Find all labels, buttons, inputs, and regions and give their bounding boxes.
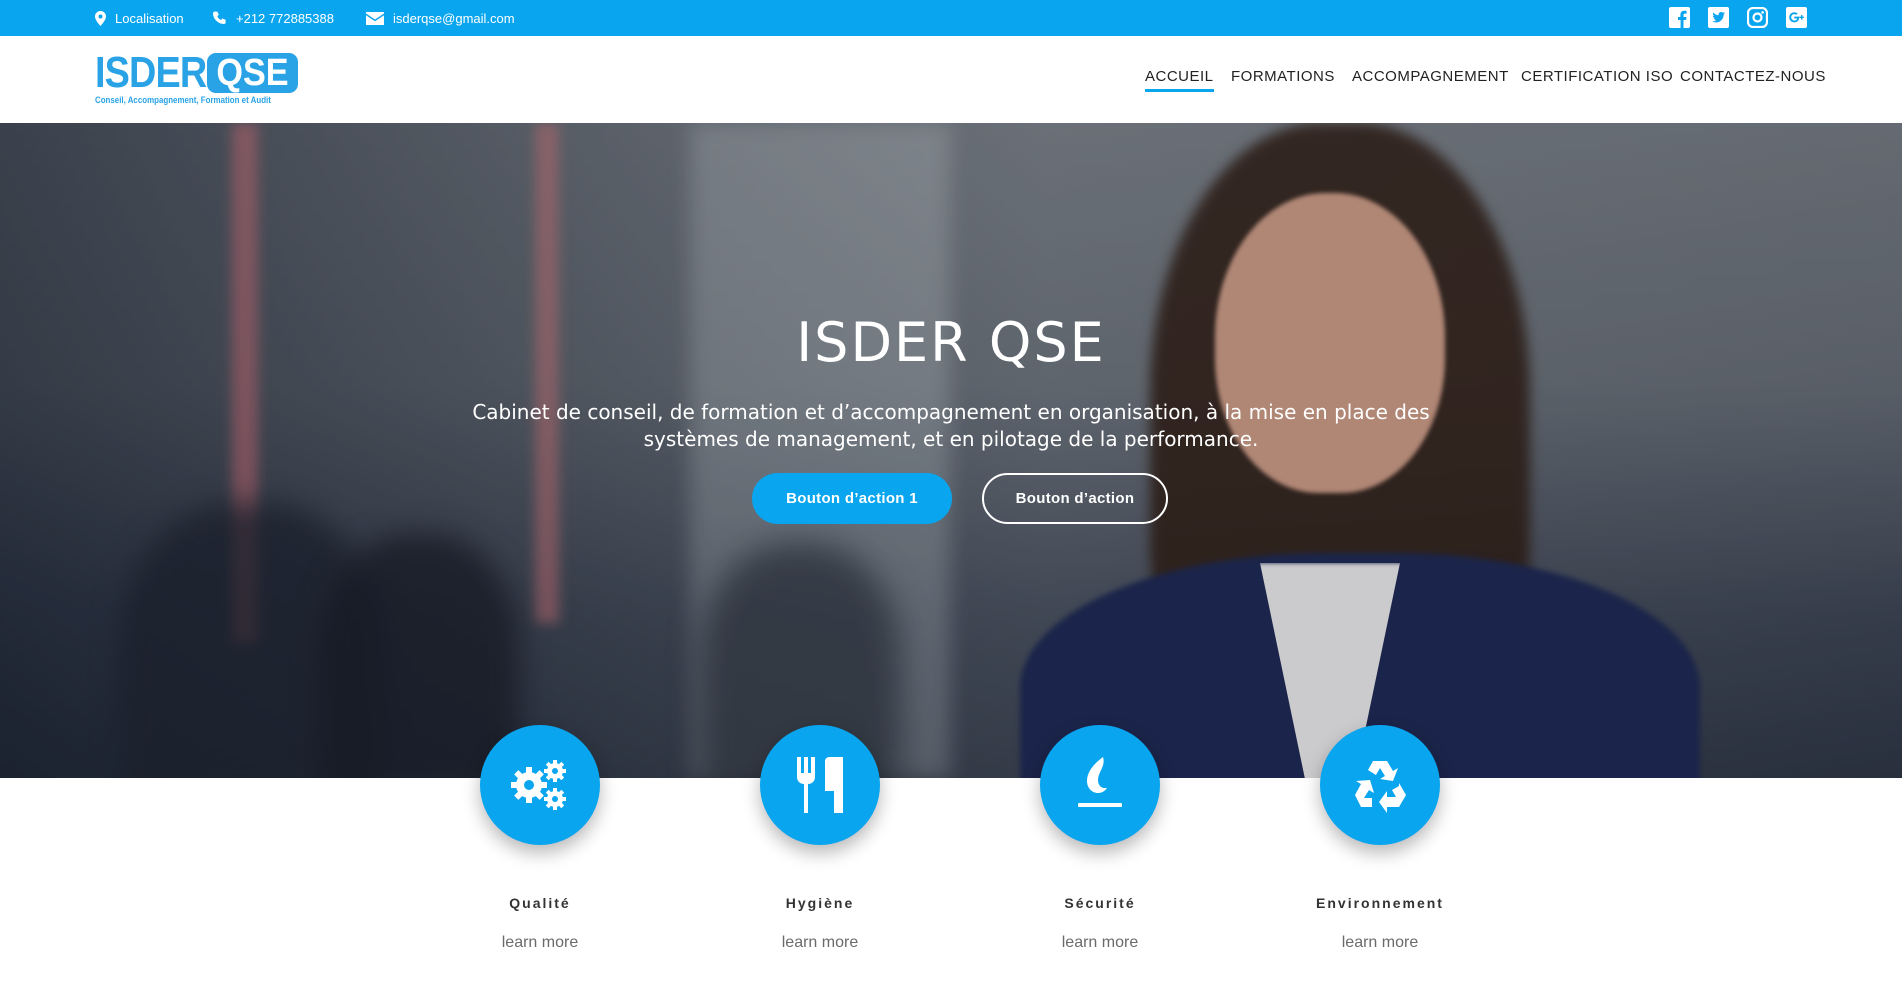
feature-title: Qualité: [509, 895, 571, 911]
learn-more-link[interactable]: learn more: [990, 934, 1210, 952]
hero-subtitle: Cabinet de conseil, de formation et d’ac…: [472, 400, 1430, 451]
secondary-action-button[interactable]: Bouton d’action: [982, 473, 1168, 524]
site-logo[interactable]: ISDER QSE Conseil, Accompagnement, Forma…: [95, 48, 298, 108]
site-header: ISDER QSE Conseil, Accompagnement, Forma…: [0, 36, 1902, 123]
nav-item-formations[interactable]: FORMATIONS: [1231, 68, 1335, 92]
recycle-icon: [1355, 761, 1406, 813]
learn-more-link[interactable]: learn more: [430, 934, 650, 952]
location-info[interactable]: Localisation: [95, 0, 184, 36]
feature-title: Environnement: [1316, 895, 1444, 911]
phone-info[interactable]: +212 772885388: [212, 0, 334, 36]
nav-item-certification-iso[interactable]: CERTIFICATION ISO: [1521, 68, 1673, 92]
nav-item-contactez-nous[interactable]: CONTACTEZ-NOUS: [1680, 68, 1826, 92]
gears-icon: [511, 760, 566, 810]
feature-icon-circle[interactable]: [760, 725, 880, 845]
hero-title: ISDER QSE: [796, 311, 1106, 374]
phone-icon: [213, 11, 226, 24]
feature-environnement: Environnement learn more: [1270, 724, 1490, 964]
top-bar: Localisation +212 772885388 isderqse@gma…: [0, 0, 1902, 36]
learn-more-link[interactable]: learn more: [710, 934, 930, 952]
feature-securite: Sécurité learn more: [990, 724, 1210, 964]
logo-main: ISDER: [95, 48, 207, 97]
learn-more-link[interactable]: learn more: [1270, 934, 1490, 952]
primary-action-button[interactable]: Bouton d’action 1: [752, 473, 952, 524]
email-address: isderqse@gmail.com: [393, 10, 515, 26]
nav-item-accompagnement[interactable]: ACCOMPAGNEMENT: [1352, 68, 1509, 92]
email-info[interactable]: isderqse@gmail.com: [366, 0, 515, 36]
feature-title: Hygiène: [785, 895, 855, 911]
feature-icon-circle[interactable]: [480, 725, 600, 845]
fire-icon: [1078, 757, 1122, 807]
map-marker-icon: [95, 10, 106, 26]
feature-qualite: Qualité learn more: [430, 724, 650, 964]
location-label: Localisation: [115, 10, 184, 26]
logo-tagline: Conseil, Accompagnement, Formation et Au…: [95, 95, 271, 105]
logo-badge-text: QSE: [216, 52, 289, 94]
twitter-icon[interactable]: [1708, 7, 1729, 28]
hero-section: ISDER QSE Cabinet de conseil, de formati…: [0, 123, 1902, 778]
phone-number: +212 772885388: [236, 10, 334, 26]
nav-item-accueil[interactable]: ACCUEIL: [1145, 68, 1214, 92]
envelope-icon: [366, 11, 384, 25]
google-plus-icon[interactable]: [1786, 7, 1807, 28]
feature-hygiene: Hygiène learn more: [710, 724, 930, 964]
feature-title: Sécurité: [1064, 895, 1136, 911]
facebook-icon[interactable]: [1669, 7, 1690, 29]
instagram-icon[interactable]: [1746, 6, 1769, 29]
feature-icon-circle[interactable]: [1320, 725, 1440, 845]
utensils-icon: [797, 757, 843, 813]
logo-badge: QSE: [207, 53, 298, 93]
feature-icon-circle[interactable]: [1040, 725, 1160, 845]
